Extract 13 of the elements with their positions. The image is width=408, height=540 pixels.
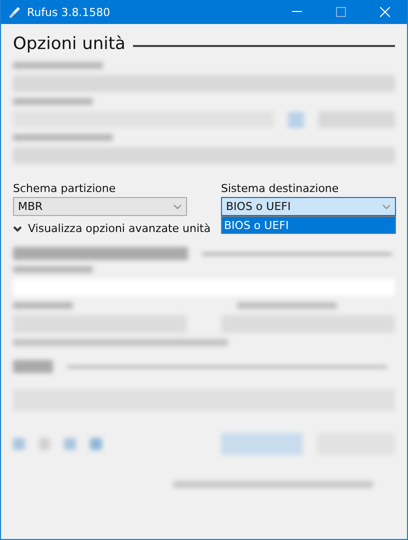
dropdown-option[interactable]: BIOS o UEFI xyxy=(222,217,395,233)
advanced-options-toggle[interactable]: Visualizza opzioni avanzate unità xyxy=(28,222,211,235)
chevron-down-icon xyxy=(173,204,182,210)
target-system-dropdown[interactable]: BIOS o UEFI xyxy=(221,197,396,216)
minimize-icon[interactable] xyxy=(292,11,302,13)
window-title: Rufus 3.8.1580 xyxy=(27,6,112,18)
section-title: Opzioni unità xyxy=(13,34,126,54)
field-label: Sistema destinazione xyxy=(221,182,340,195)
partition-scheme-dropdown[interactable]: MBR xyxy=(13,197,187,216)
close-icon[interactable] xyxy=(380,7,390,17)
chevron-down-icon xyxy=(382,204,391,210)
chevron-down-icon xyxy=(13,226,22,232)
field-label: Schema partizione xyxy=(13,182,117,195)
